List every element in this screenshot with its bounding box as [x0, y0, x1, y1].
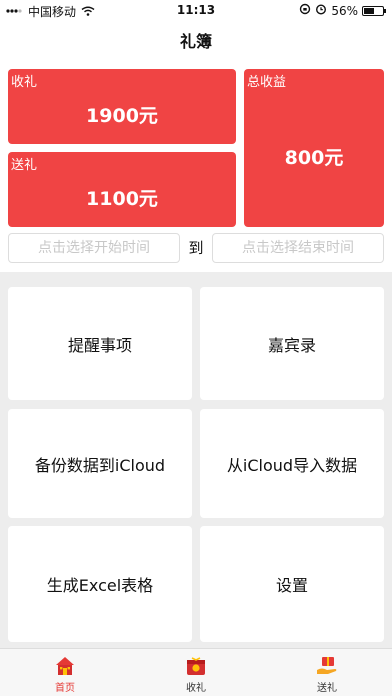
- end-date-field[interactable]: 点击选择结束时间: [212, 233, 384, 263]
- rotation-lock-icon: [299, 3, 311, 18]
- receive-value: 1900元: [86, 105, 158, 127]
- gift-hand-icon: [316, 655, 338, 677]
- date-range-row: 点击选择开始时间 到 点击选择结束时间: [0, 233, 392, 265]
- net-income-card[interactable]: 总收益 800元: [244, 69, 384, 227]
- tab-home-label: 首页: [55, 683, 75, 694]
- send-value: 1100元: [86, 188, 158, 210]
- tile-label: 从iCloud导入数据: [226, 455, 358, 475]
- backup-icloud-button[interactable]: 备份数据到iCloud: [8, 409, 192, 518]
- alarm-icon: [315, 3, 327, 18]
- battery-icon: [362, 5, 386, 16]
- tile-label: 备份数据到iCloud: [34, 455, 166, 475]
- battery-percent: 56%: [331, 3, 358, 18]
- net-income-label: 总收益: [247, 75, 287, 90]
- export-excel-button[interactable]: 生成Excel表格: [8, 526, 192, 642]
- tab-bar: 首页 收礼 送礼: [0, 648, 392, 696]
- tile-label: 生成Excel表格: [46, 576, 154, 595]
- date-range-separator: 到: [188, 239, 204, 257]
- status-bar: 中国移动 11:13 56%: [0, 0, 392, 22]
- settings-button[interactable]: 设置: [200, 526, 384, 642]
- tile-label: 设置: [275, 576, 308, 595]
- reminders-button[interactable]: 提醒事项: [8, 287, 192, 400]
- send-label: 送礼: [11, 158, 38, 173]
- tile-label: 提醒事项: [67, 335, 132, 355]
- tab-receive[interactable]: 收礼: [131, 649, 261, 696]
- import-icloud-button[interactable]: 从iCloud导入数据: [200, 409, 384, 518]
- start-date-field[interactable]: 点击选择开始时间: [8, 233, 180, 263]
- tab-send-label: 送礼: [317, 683, 337, 694]
- gift-box-icon: [185, 655, 207, 677]
- home-icon: [54, 655, 76, 677]
- net-income-value: 800元: [284, 147, 344, 169]
- tab-home[interactable]: 首页: [0, 649, 130, 696]
- receive-total-card[interactable]: 收礼 1900元: [8, 69, 236, 144]
- receive-label: 收礼: [11, 75, 38, 90]
- tab-send[interactable]: 送礼: [262, 649, 392, 696]
- guest-list-button[interactable]: 嘉宾录: [200, 287, 384, 400]
- page-title: 礼簿: [0, 22, 392, 62]
- tile-label: 嘉宾录: [267, 335, 316, 355]
- send-total-card[interactable]: 送礼 1100元: [8, 152, 236, 227]
- tab-receive-label: 收礼: [186, 683, 206, 694]
